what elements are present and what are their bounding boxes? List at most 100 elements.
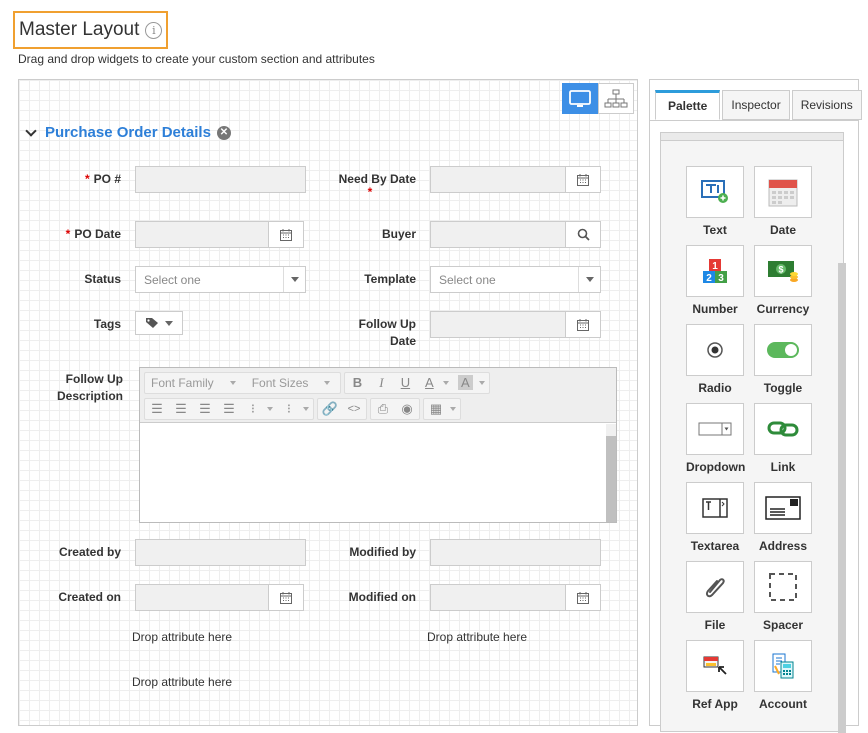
modified-by-label: Modified by <box>349 545 416 559</box>
dropdown-icon <box>698 422 732 436</box>
numbered-list-icon[interactable]: ⁝ <box>277 399 301 419</box>
info-icon[interactable]: i <box>145 21 163 39</box>
panel-tabs: Palette Inspector Revisions <box>655 90 864 120</box>
widget-textarea[interactable]: Textarea <box>686 482 744 553</box>
calendar-icon <box>577 591 589 604</box>
search-button[interactable] <box>565 221 601 248</box>
rich-text-editor[interactable]: Font Family Font Sizes B I U A A ☰ ☰ ☰ ☰ <box>139 367 617 523</box>
chevron-down-icon[interactable] <box>25 124 37 137</box>
widget-dropdown[interactable]: Dropdown <box>686 403 745 474</box>
calendar-icon <box>280 228 292 241</box>
widget-spacer[interactable]: Spacer <box>754 561 812 632</box>
po-number-label: * PO # <box>84 172 121 186</box>
link-icon[interactable]: 🔗 <box>318 399 342 419</box>
drop-zone[interactable]: Drop attribute here <box>132 675 232 689</box>
close-icon[interactable]: ✕ <box>216 125 231 140</box>
status-select[interactable]: Select one <box>135 266 306 293</box>
table-icon[interactable]: ▦ <box>424 399 448 419</box>
palette-scrollbar[interactable] <box>838 263 846 733</box>
widget-text[interactable]: Text <box>686 166 744 237</box>
text-field-icon <box>701 180 728 203</box>
widget-account[interactable]: Account <box>754 640 812 711</box>
align-right-icon[interactable]: ☰ <box>193 399 217 419</box>
widget-address[interactable]: Address <box>754 482 812 553</box>
calendar-button[interactable] <box>268 584 304 611</box>
widget-number[interactable]: 123 Number <box>686 245 744 316</box>
view-toggle <box>562 83 634 114</box>
follow-up-date-label: Follow Up Date <box>358 317 416 348</box>
align-left-icon[interactable]: ☰ <box>145 399 169 419</box>
number-blocks-icon: 12 3 <box>703 259 727 284</box>
font-color-icon[interactable]: A <box>417 373 441 393</box>
preview-icon[interactable]: ◉ <box>395 399 419 419</box>
po-date-label: * PO Date <box>65 227 121 241</box>
bullet-list-icon[interactable]: ⁝ <box>241 399 265 419</box>
created-on-input[interactable] <box>135 584 304 611</box>
widget-link[interactable]: Link <box>754 403 812 474</box>
align-justify-icon[interactable]: ☰ <box>217 399 241 419</box>
calendar-icon <box>768 179 798 207</box>
required-marker: * <box>367 185 373 199</box>
status-placeholder: Select one <box>144 273 201 287</box>
hierarchy-view-button[interactable] <box>598 83 634 114</box>
created-by-label: Created by <box>58 545 121 559</box>
font-family-select[interactable]: Font Family Font Sizes <box>144 371 342 394</box>
follow-up-date-input[interactable] <box>430 311 601 338</box>
tab-palette[interactable]: Palette <box>655 90 721 120</box>
italic-icon[interactable]: I <box>369 373 393 393</box>
account-calculator-icon <box>772 653 794 679</box>
link-icon <box>767 421 799 437</box>
widget-toggle[interactable]: Toggle <box>754 324 812 395</box>
status-label: Status <box>84 272 121 286</box>
modified-by-input[interactable] <box>430 539 601 566</box>
po-date-input[interactable] <box>135 221 304 248</box>
code-icon[interactable]: <> <box>342 399 366 419</box>
desktop-view-button[interactable] <box>562 83 598 114</box>
calendar-button[interactable] <box>565 584 601 611</box>
widget-date[interactable]: Date <box>754 166 812 237</box>
tab-inspector[interactable]: Inspector <box>722 90 790 120</box>
paperclip-icon <box>705 578 725 598</box>
editor-toolbar: Font Family Font Sizes B I U A A ☰ ☰ ☰ ☰ <box>140 368 616 423</box>
widget-ref-app[interactable]: Ref App <box>686 640 744 711</box>
tag-icon <box>146 318 158 328</box>
radio-icon <box>707 342 723 358</box>
drop-zone[interactable]: Drop attribute here <box>427 630 527 644</box>
section-title[interactable]: Purchase Order Details <box>45 124 211 141</box>
created-on-label: Created on <box>58 590 121 604</box>
need-by-date-input[interactable] <box>430 166 601 193</box>
print-icon[interactable]: ⎙ <box>371 399 395 419</box>
tab-revisions[interactable]: Revisions <box>791 90 862 120</box>
chevron-down-icon[interactable] <box>578 267 600 292</box>
chevron-down-icon[interactable] <box>283 267 305 292</box>
textarea-icon <box>702 498 728 518</box>
created-by-input[interactable] <box>135 539 306 566</box>
svg-text:2: 2 <box>706 273 712 284</box>
address-card-icon <box>765 496 801 520</box>
calendar-button[interactable] <box>268 221 304 248</box>
monitor-icon <box>569 89 591 107</box>
editor-scrollbar[interactable] <box>606 424 616 522</box>
bold-icon[interactable]: B <box>345 373 369 393</box>
po-number-input[interactable] <box>135 166 306 193</box>
widget-radio[interactable]: Radio <box>686 324 744 395</box>
highlight-icon[interactable]: A <box>453 373 477 393</box>
widget-file[interactable]: File <box>686 561 744 632</box>
tags-button[interactable] <box>135 311 183 335</box>
svg-text:1: 1 <box>712 261 718 272</box>
modified-on-input[interactable] <box>430 584 601 611</box>
toggle-icon <box>767 342 799 358</box>
align-center-icon[interactable]: ☰ <box>169 399 193 419</box>
page-title: Master Layout <box>19 19 140 40</box>
template-select[interactable]: Select one <box>430 266 601 293</box>
drop-zone[interactable]: Drop attribute here <box>132 630 232 644</box>
widget-currency[interactable]: $ Currency <box>754 245 812 316</box>
modified-on-label: Modified on <box>348 590 416 604</box>
spacer-icon <box>769 573 797 601</box>
calendar-button[interactable] <box>565 166 601 193</box>
page-title-box: Master Layout i <box>13 11 169 49</box>
underline-icon[interactable]: U <box>393 373 417 393</box>
layout-canvas: Purchase Order Details ✕ * PO # Need By D… <box>18 79 638 726</box>
buyer-input[interactable] <box>430 221 601 248</box>
calendar-button[interactable] <box>565 311 601 338</box>
